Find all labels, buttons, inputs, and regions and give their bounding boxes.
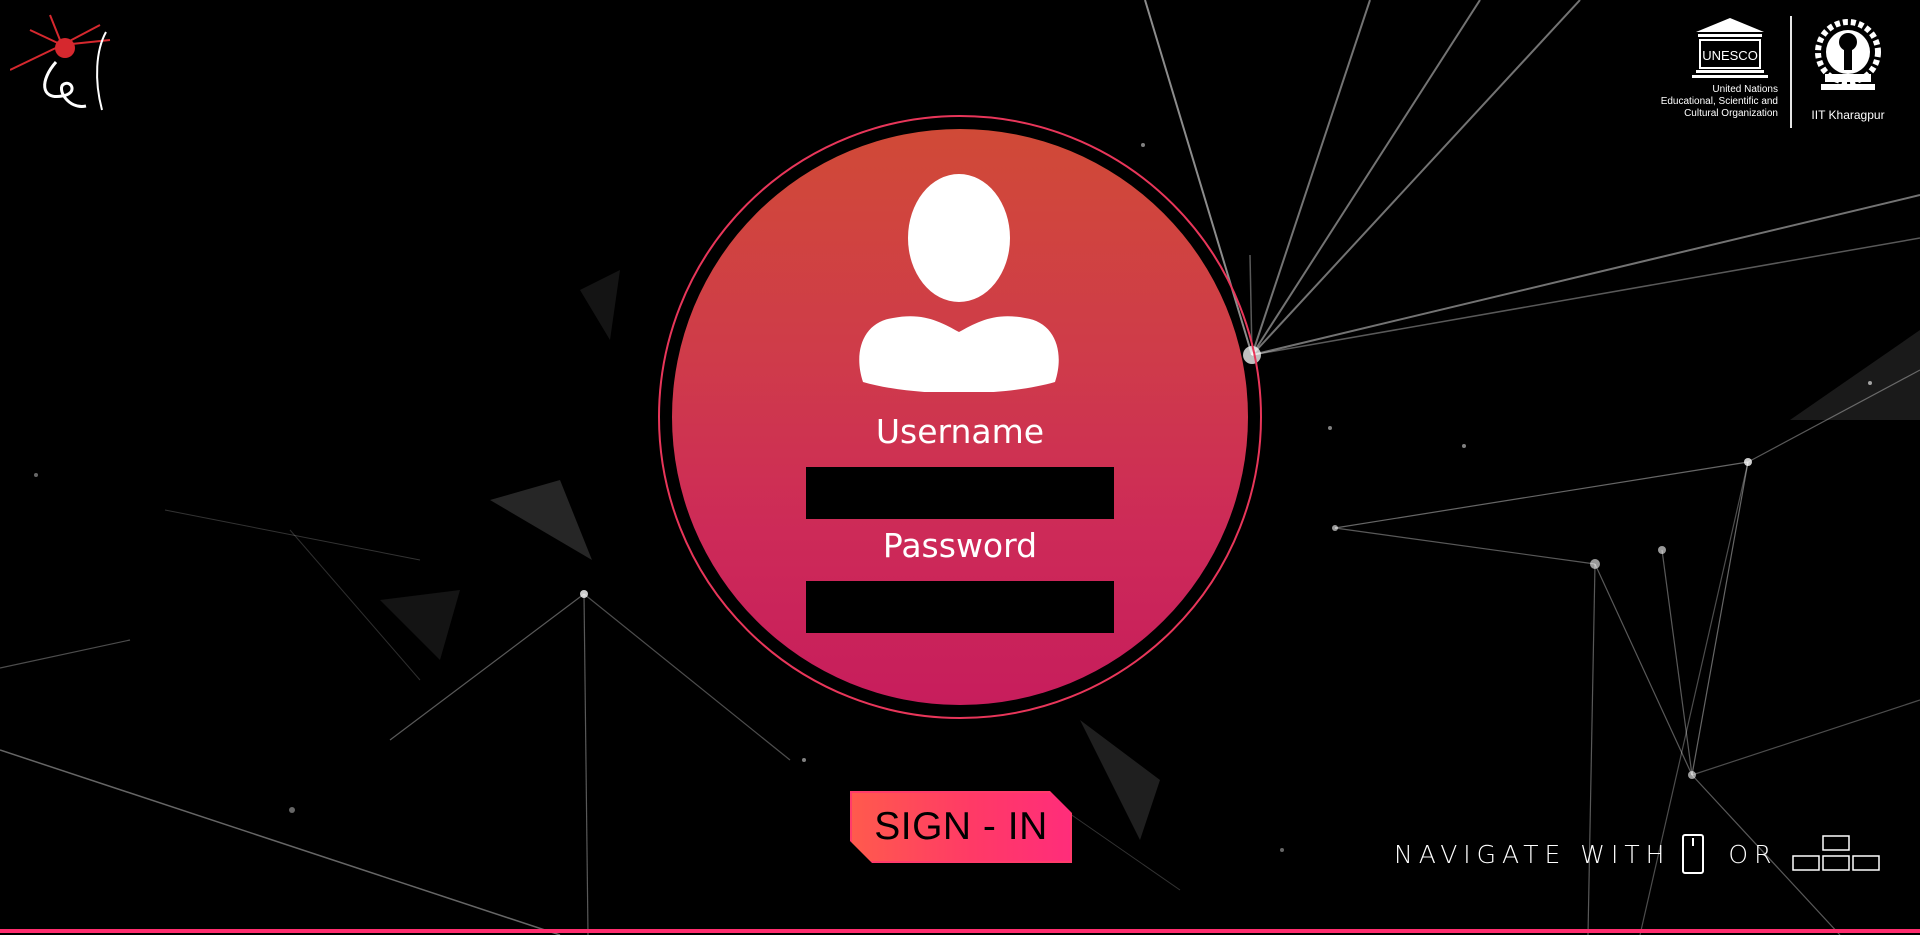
button-corner-notch: [1050, 791, 1072, 813]
sign-in-button[interactable]: SIGN - IN: [850, 791, 1072, 863]
navigation-hint: NAVIGATE WITH OR: [1394, 834, 1881, 874]
logo-divider: [1790, 16, 1792, 128]
button-corner-notch: [850, 841, 872, 863]
unesco-caption-line: United Nations: [1712, 84, 1778, 95]
iit-caption: IIT Kharagpur: [1811, 108, 1885, 122]
sign-in-label: SIGN - IN: [874, 805, 1048, 848]
mouse-icon: [1682, 834, 1705, 874]
password-label: Password: [882, 526, 1038, 565]
unesco-temple-icon: UNESCO: [1692, 18, 1768, 78]
password-input[interactable]: [806, 581, 1114, 633]
user-avatar-icon: [859, 174, 1059, 392]
unesco-wordmark: UNESCO: [1702, 48, 1758, 63]
unesco-logo: UNESCO United Nations Educational, Scien…: [1648, 16, 1778, 120]
or-text: OR: [1728, 839, 1778, 869]
event-logo: [10, 14, 111, 111]
partner-logos: UNESCO United Nations Educational, Scien…: [1648, 16, 1888, 128]
username-label: Username: [875, 412, 1045, 451]
username-input[interactable]: [806, 467, 1114, 519]
unesco-caption-line: Educational, Scientific and: [1660, 96, 1778, 107]
navigate-with-text: NAVIGATE WITH: [1394, 839, 1671, 869]
arrow-keys-icon: [1792, 835, 1881, 871]
unesco-caption-line: Cultural Organization: [1684, 108, 1778, 119]
bottom-accent-line: [0, 929, 1920, 933]
unesco-caption: United Nations Educational, Scientific a…: [1661, 84, 1778, 120]
iit-logo: IIT Kharagpur: [1808, 16, 1888, 122]
iit-emblem-icon: [1815, 19, 1881, 90]
